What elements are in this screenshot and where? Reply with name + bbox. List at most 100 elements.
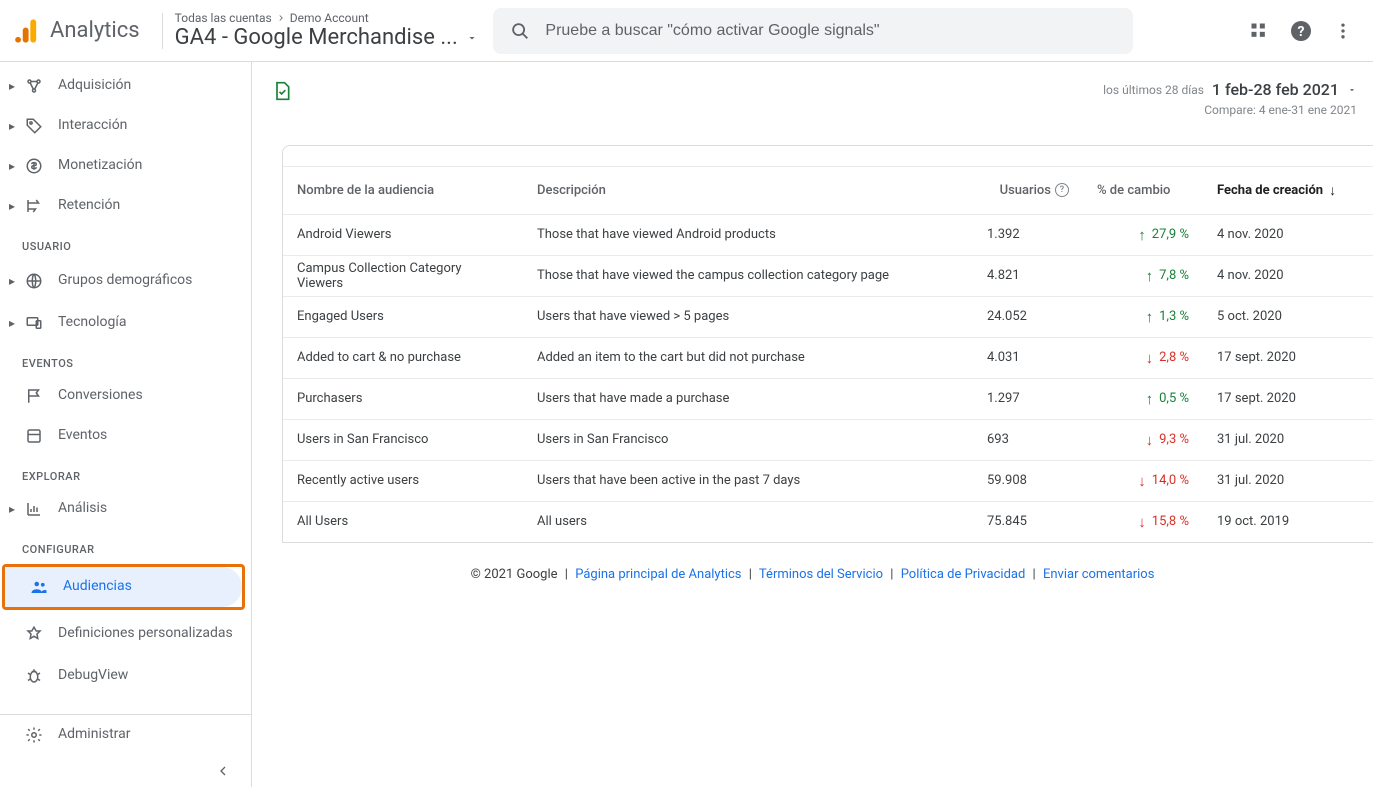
chevron-right-icon: ▸: [6, 159, 18, 173]
sidebar-item-definiciones[interactable]: Definiciones personalizadas: [0, 612, 251, 656]
th-name[interactable]: Nombre de la audiencia: [283, 166, 523, 214]
table-row[interactable]: Users in San FranciscoUsers in San Franc…: [283, 419, 1373, 460]
table-row[interactable]: PurchasersUsers that have made a purchas…: [283, 378, 1373, 419]
footer-link-privacy[interactable]: Política de Privacidad: [901, 567, 1026, 582]
property-selector[interactable]: Todas las cuentas Demo Account GA4 - Goo…: [175, 11, 478, 50]
cell-name: Android Viewers: [283, 214, 523, 255]
chevron-right-icon: ▸: [6, 274, 18, 288]
cell-created: 17 sept. 2020: [1203, 337, 1373, 378]
help-icon[interactable]: ?: [1289, 19, 1313, 43]
sidebar-item-adquisicion[interactable]: ▸ Adquisición: [0, 66, 251, 106]
table-row[interactable]: Campus Collection Category ViewersThose …: [283, 255, 1373, 296]
cell-users: 24.052: [973, 296, 1083, 337]
svg-text:?: ?: [1298, 24, 1305, 40]
sidebar-item-audiencias[interactable]: Audiencias: [5, 567, 242, 607]
th-desc[interactable]: Descripción: [523, 166, 973, 214]
search-box[interactable]: [493, 8, 1133, 54]
analysis-icon: [22, 500, 46, 518]
nav-label: Definiciones personalizadas: [58, 625, 243, 643]
section-label-usuario: Usuario: [0, 226, 251, 259]
events-icon: [22, 427, 46, 445]
cell-created: 4 nov. 2020: [1203, 214, 1373, 255]
arrow-up-icon: ↑: [1146, 390, 1154, 408]
cell-change: ↑0,5 %: [1083, 378, 1203, 419]
sidebar: ▸ Adquisición ▸ Interacción ▸ Monetizaci…: [0, 62, 252, 787]
footer-link-terms[interactable]: Términos del Servicio: [759, 567, 883, 582]
cell-desc: Those that have viewed Android products: [523, 214, 973, 255]
cell-users: 75.845: [973, 501, 1083, 542]
th-users-label: Usuarios: [1000, 183, 1051, 198]
gear-icon: [22, 726, 46, 744]
footer-link-feedback[interactable]: Enviar comentarios: [1043, 567, 1154, 582]
logo[interactable]: Analytics: [10, 17, 150, 45]
arrow-down-icon: ↓: [1146, 431, 1154, 449]
cell-created: 19 oct. 2019: [1203, 501, 1373, 542]
footer-copyright: © 2021 Google: [471, 567, 558, 582]
table-row[interactable]: Android ViewersThose that have viewed An…: [283, 214, 1373, 255]
nav-label: DebugView: [58, 667, 243, 685]
sidebar-item-interaccion[interactable]: ▸ Interacción: [0, 106, 251, 146]
audiences-table-card: Nombre de la audiencia Descripción Usuar…: [282, 145, 1373, 543]
main-content: los últimos 28 días 1 feb-28 feb 2021 Co…: [252, 62, 1373, 787]
chevron-left-icon: [215, 763, 231, 779]
sidebar-item-demograficos[interactable]: ▸ Grupos demográficos: [0, 259, 251, 303]
arrow-down-icon: ↓: [1329, 182, 1336, 199]
cell-change: ↓2,8 %: [1083, 337, 1203, 378]
cell-users: 693: [973, 419, 1083, 460]
cell-users: 1.297: [973, 378, 1083, 419]
arrow-up-icon: ↑: [1146, 267, 1154, 285]
th-change[interactable]: % de cambio: [1083, 166, 1203, 214]
export-button[interactable]: [272, 80, 292, 102]
cell-created: 31 jul. 2020: [1203, 460, 1373, 501]
date-relative: los últimos 28 días: [1103, 83, 1204, 97]
top-bar: Analytics Todas las cuentas Demo Account…: [0, 0, 1373, 62]
custom-def-icon: [22, 625, 46, 643]
cell-name: Added to cart & no purchase: [283, 337, 523, 378]
table-row[interactable]: All UsersAll users75.845↓15,8 %19 oct. 2…: [283, 501, 1373, 542]
nav-label: Conversiones: [58, 387, 243, 405]
cell-change: ↑7,8 %: [1083, 255, 1203, 296]
help-icon[interactable]: ?: [1055, 183, 1069, 197]
arrow-down-icon: ↓: [1146, 349, 1154, 367]
more-vert-icon[interactable]: [1333, 21, 1353, 41]
collapse-sidebar-button[interactable]: [0, 755, 251, 787]
nav-label: Tecnología: [58, 314, 243, 332]
sidebar-item-analisis[interactable]: ▸ Análisis: [0, 489, 251, 529]
th-created[interactable]: Fecha de creación ↓: [1203, 166, 1373, 214]
nav-label: Análisis: [58, 500, 243, 518]
highlight-audiencias: Audiencias: [2, 564, 245, 610]
sidebar-item-eventos[interactable]: Eventos: [0, 416, 251, 456]
sidebar-item-monetizacion[interactable]: ▸ Monetización: [0, 146, 251, 186]
nav-label: Administrar: [58, 726, 243, 744]
footer: © 2021 Google | Página principal de Anal…: [252, 543, 1373, 594]
date-range: 1 feb-28 feb 2021: [1212, 80, 1339, 99]
section-label-configurar: Configurar: [0, 529, 251, 562]
sidebar-item-administrar[interactable]: Administrar: [0, 715, 251, 755]
search-input[interactable]: [545, 22, 1117, 40]
apps-icon[interactable]: [1249, 21, 1269, 41]
cell-change: ↑1,3 %: [1083, 296, 1203, 337]
sidebar-item-conversiones[interactable]: Conversiones: [0, 376, 251, 416]
caret-down-icon: [1347, 85, 1357, 95]
cell-name: All Users: [283, 501, 523, 542]
table-row[interactable]: Engaged UsersUsers that have viewed > 5 …: [283, 296, 1373, 337]
tag-icon: [22, 117, 46, 135]
arrow-down-icon: ↓: [1138, 513, 1146, 531]
cell-name: Recently active users: [283, 460, 523, 501]
table-row[interactable]: Recently active usersUsers that have bee…: [283, 460, 1373, 501]
th-users[interactable]: Usuarios?: [973, 166, 1083, 214]
acquisition-icon: [22, 77, 46, 95]
cell-desc: Those that have viewed the campus collec…: [523, 255, 973, 296]
footer-link-home[interactable]: Página principal de Analytics: [575, 567, 741, 582]
table-row[interactable]: Added to cart & no purchaseAdded an item…: [283, 337, 1373, 378]
sidebar-item-tecnologia[interactable]: ▸ Tecnología: [0, 303, 251, 343]
chevron-right-icon: ▸: [6, 199, 18, 213]
search-icon: [509, 20, 531, 42]
cell-created: 5 oct. 2020: [1203, 296, 1373, 337]
sidebar-item-retencion[interactable]: ▸ Retención: [0, 186, 251, 226]
date-range-picker[interactable]: los últimos 28 días 1 feb-28 feb 2021 Co…: [1103, 80, 1361, 117]
sidebar-item-debugview[interactable]: DebugView: [0, 656, 251, 696]
flag-icon: [22, 387, 46, 405]
th-created-label: Fecha de creación: [1217, 183, 1323, 198]
nav-label: Retención: [58, 197, 243, 215]
